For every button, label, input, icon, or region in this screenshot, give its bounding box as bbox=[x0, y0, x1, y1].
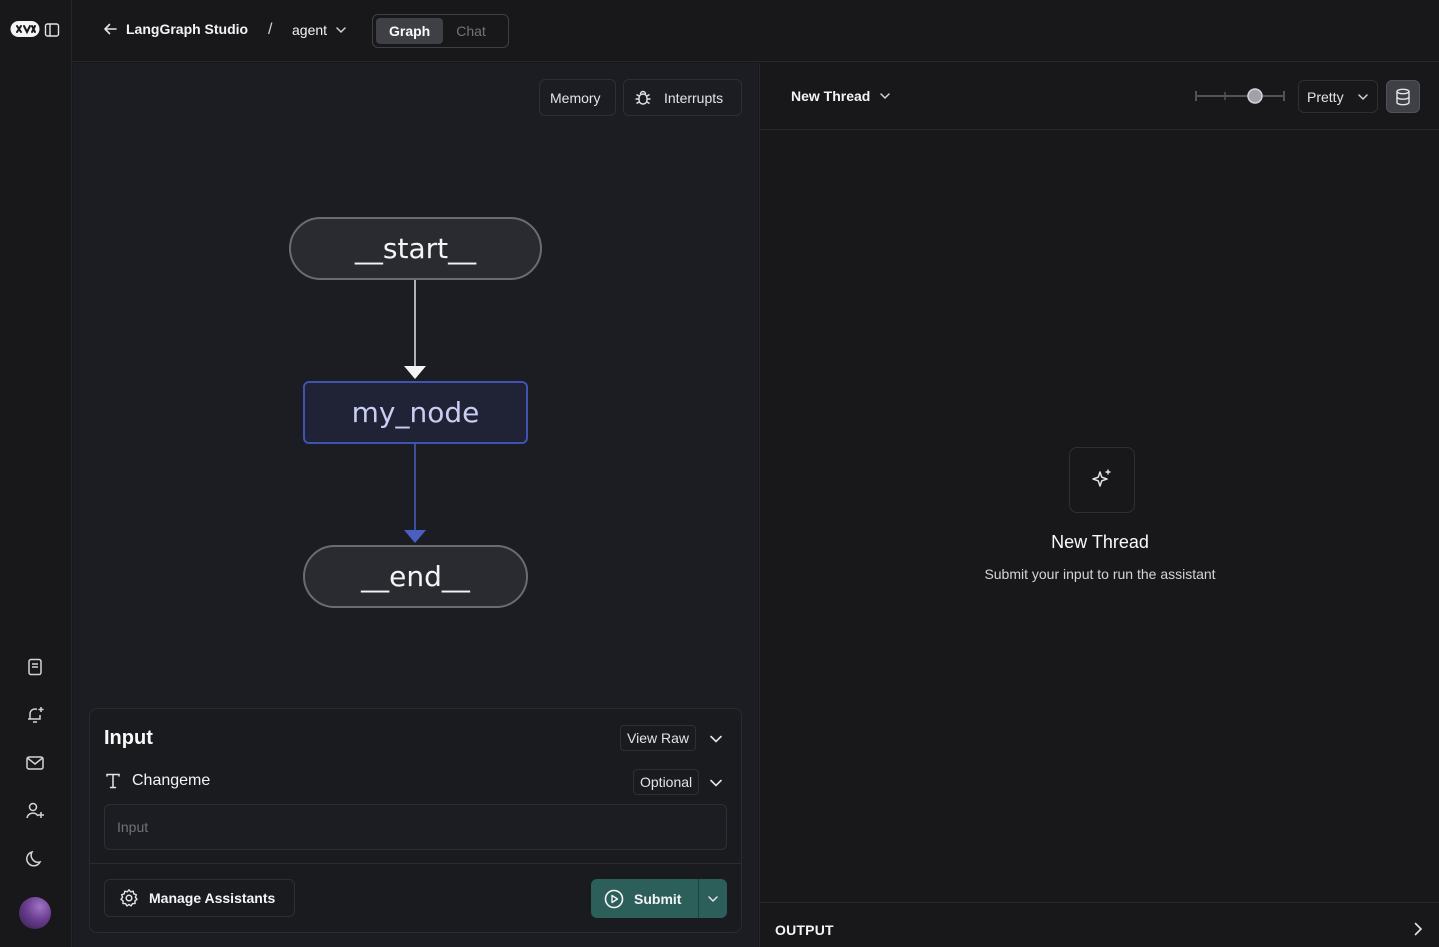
langgraph-logo[interactable] bbox=[10, 20, 40, 38]
database-icon bbox=[1395, 88, 1411, 106]
view-raw-button[interactable]: View Raw bbox=[620, 725, 696, 751]
input-card: Input View Raw Changeme Optional Input M… bbox=[89, 708, 742, 933]
edge-start-arrowhead bbox=[404, 366, 426, 379]
view-toggle: Graph Chat bbox=[372, 14, 509, 48]
moon-icon[interactable] bbox=[24, 848, 46, 870]
manage-assistants-button[interactable]: Manage Assistants bbox=[104, 879, 295, 917]
output-label: OUTPUT bbox=[775, 922, 834, 938]
submit-options-button[interactable] bbox=[698, 879, 727, 918]
edge-end-arrowhead bbox=[404, 530, 426, 543]
thread-selector[interactable]: New Thread bbox=[791, 88, 892, 104]
text-type-icon bbox=[104, 772, 122, 790]
output-bar[interactable]: OUTPUT bbox=[760, 902, 1439, 947]
play-circle-icon bbox=[604, 889, 624, 909]
detail-slider[interactable] bbox=[1194, 85, 1286, 107]
empty-state-title: New Thread bbox=[760, 532, 1439, 553]
submit-button[interactable]: Submit bbox=[591, 879, 698, 918]
node-my-node[interactable]: my_node bbox=[303, 381, 528, 444]
breadcrumb-separator: / bbox=[268, 21, 272, 39]
field-label-text: Changeme bbox=[132, 772, 210, 790]
bell-plus-icon[interactable] bbox=[24, 704, 46, 726]
field-changeme-label: Changeme bbox=[104, 772, 210, 790]
arrow-left-icon bbox=[102, 21, 118, 37]
chevron-down-icon bbox=[706, 892, 720, 906]
node-start[interactable]: __start__ bbox=[289, 217, 542, 280]
avatar[interactable] bbox=[19, 897, 51, 929]
chevron-down-icon bbox=[335, 24, 347, 36]
manage-assistants-label: Manage Assistants bbox=[149, 890, 275, 906]
format-select[interactable]: Pretty bbox=[1298, 80, 1378, 113]
chevron-right-icon[interactable] bbox=[1410, 921, 1426, 937]
sparkles-icon bbox=[1069, 447, 1135, 513]
tab-chat[interactable]: Chat bbox=[443, 18, 499, 44]
user-plus-icon[interactable] bbox=[24, 800, 46, 822]
chevron-down-icon[interactable] bbox=[708, 775, 724, 791]
docs-icon[interactable] bbox=[24, 656, 46, 678]
thread-title: New Thread bbox=[791, 88, 870, 104]
tab-graph[interactable]: Graph bbox=[376, 18, 443, 44]
slider-thumb bbox=[1248, 89, 1262, 103]
gear-icon bbox=[119, 888, 139, 908]
input-card-title: Input bbox=[104, 727, 153, 750]
graph-canvas[interactable]: Memory Interrupts __start__ my_node __en… bbox=[73, 63, 758, 947]
divider bbox=[90, 863, 741, 864]
thread-panel: New Thread Pretty bbox=[759, 63, 1439, 947]
sidebar-toggle-icon[interactable] bbox=[44, 22, 60, 38]
mail-icon[interactable] bbox=[24, 752, 46, 774]
changeme-input[interactable]: Input bbox=[104, 804, 727, 850]
graph-selector-label: agent bbox=[292, 22, 327, 38]
chevron-down-icon bbox=[878, 89, 892, 103]
chevron-down-icon[interactable] bbox=[708, 731, 724, 747]
graph-selector[interactable]: agent bbox=[292, 22, 347, 38]
format-select-value: Pretty bbox=[1307, 89, 1344, 105]
breadcrumb-title: LangGraph Studio bbox=[126, 21, 248, 37]
submit-button-group: Submit bbox=[591, 879, 727, 918]
empty-state-subtitle: Submit your input to run the assistant bbox=[760, 566, 1439, 582]
top-bar: LangGraph Studio / agent Graph Chat bbox=[72, 0, 1439, 62]
optional-badge: Optional bbox=[633, 769, 699, 795]
chevron-down-icon bbox=[1357, 91, 1369, 103]
back-to-studio-link[interactable]: LangGraph Studio bbox=[102, 21, 248, 37]
state-database-button[interactable] bbox=[1386, 80, 1420, 113]
left-rail bbox=[0, 0, 72, 947]
node-end[interactable]: __end__ bbox=[303, 545, 528, 608]
submit-label: Submit bbox=[634, 891, 681, 907]
thread-header: New Thread Pretty bbox=[760, 63, 1439, 130]
